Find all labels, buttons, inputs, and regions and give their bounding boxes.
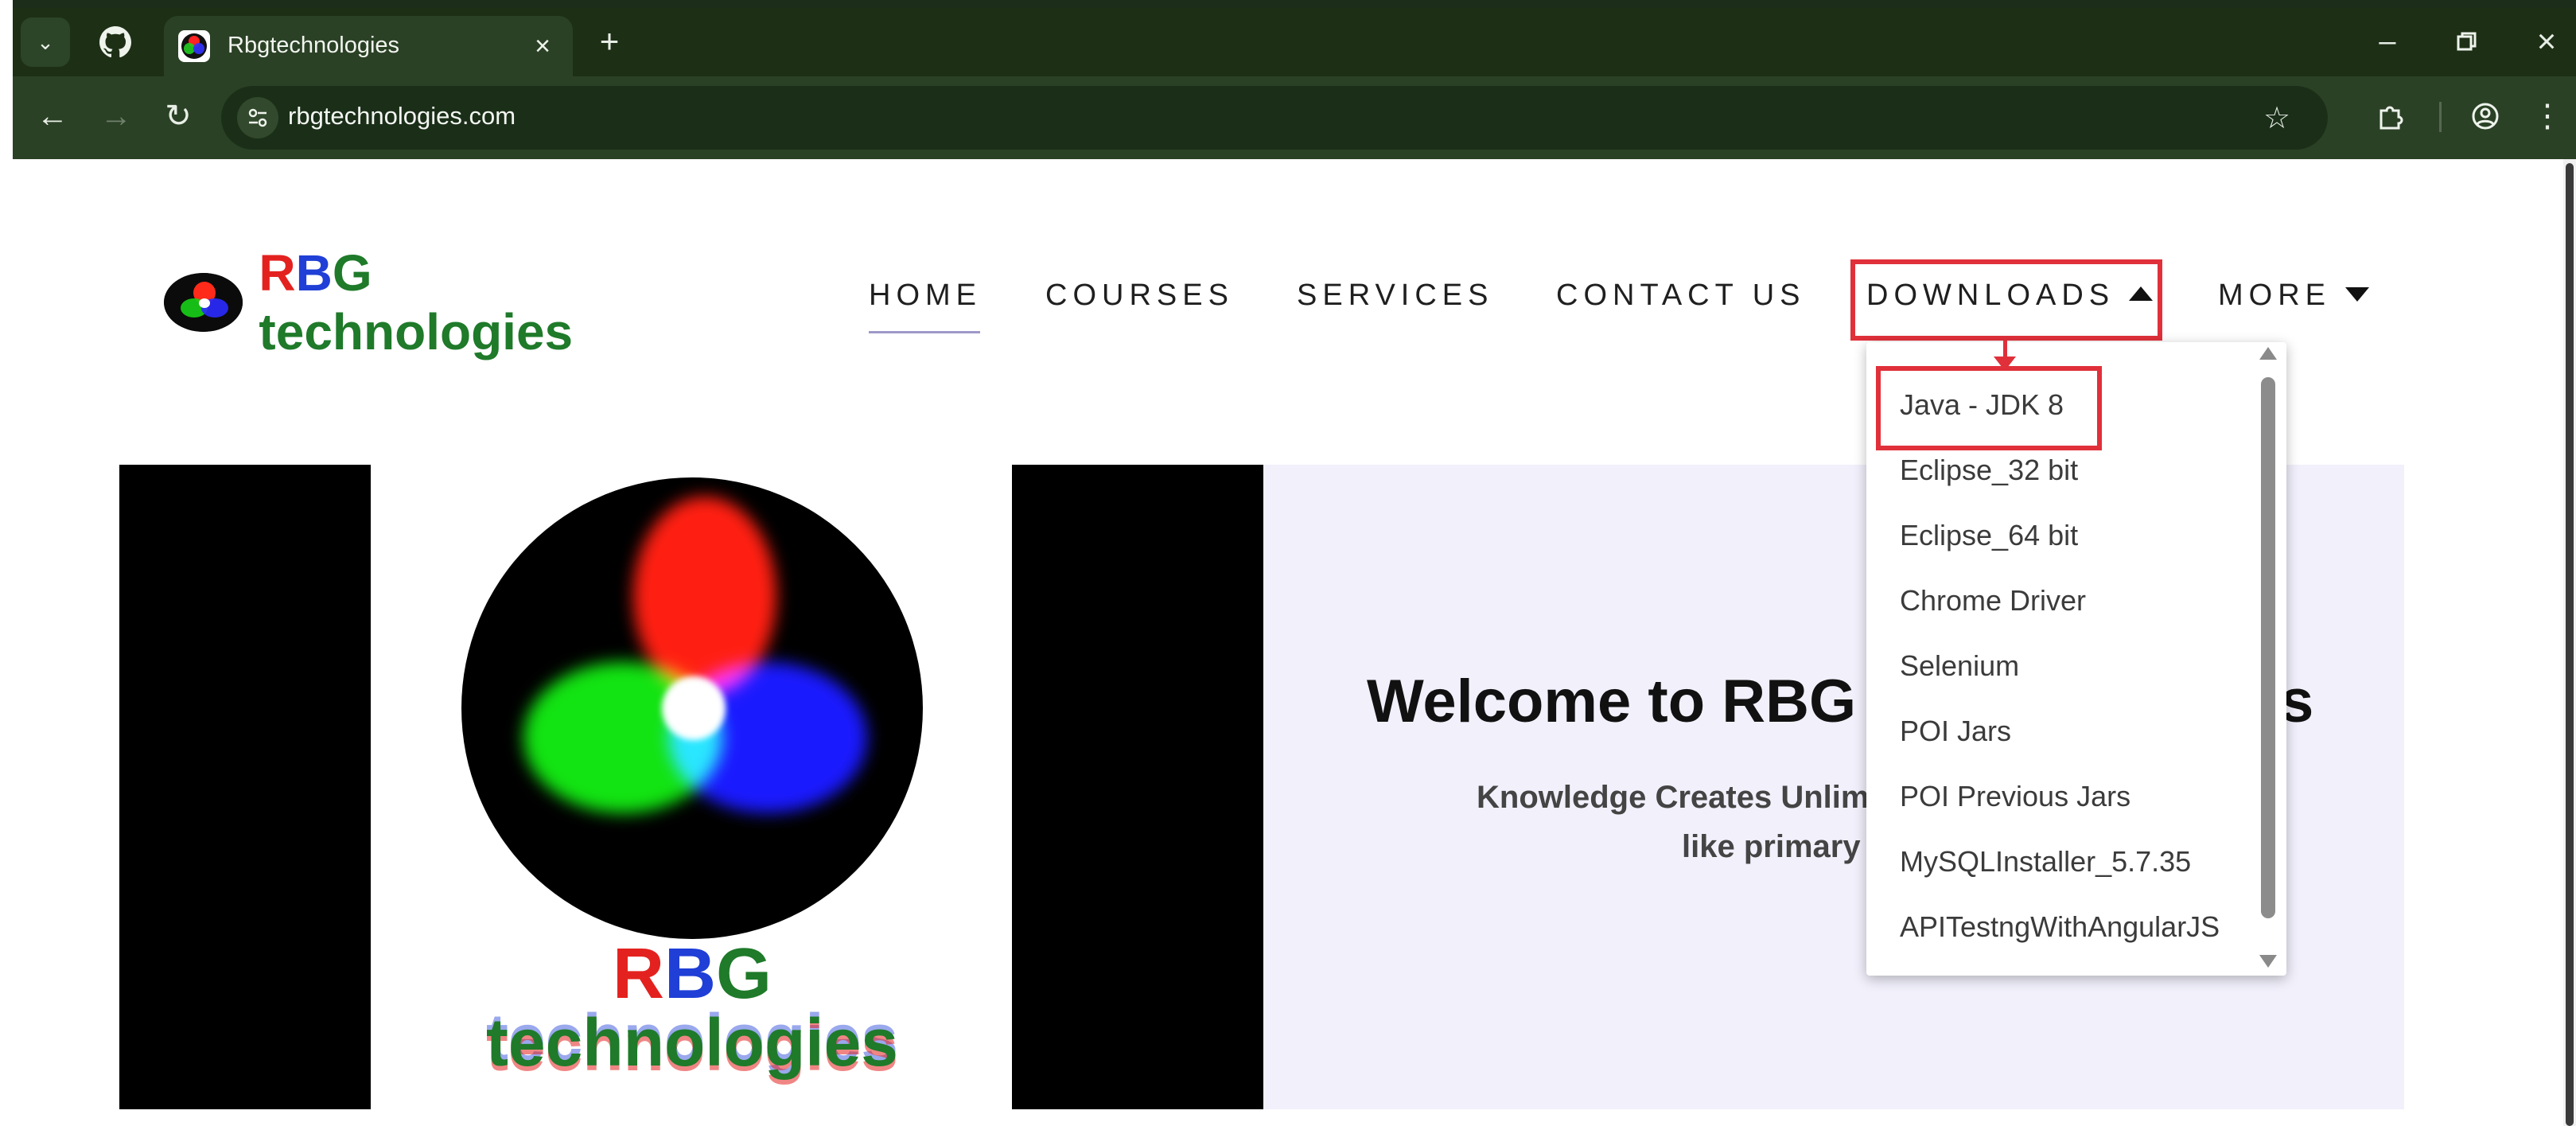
profile-icon[interactable] <box>2460 92 2511 140</box>
url-text: rbgtechnologies.com <box>288 102 516 130</box>
nav-contact-us[interactable]: CONTACT US <box>1556 279 1806 313</box>
annotation-arrow-down-icon <box>1994 357 2016 371</box>
nav-more-label: MORE <box>2218 279 2331 312</box>
logo-letter-r: R <box>259 244 296 302</box>
reload-icon[interactable]: ↻ <box>154 92 202 140</box>
close-tab-icon[interactable]: × <box>523 27 562 65</box>
restore-icon[interactable] <box>2439 18 2495 65</box>
caret-down-icon <box>2345 286 2369 302</box>
site-logo[interactable]: RBG technologies <box>164 244 689 360</box>
banner-logo-text: RBG technologies <box>374 934 1010 1080</box>
nav-courses[interactable]: COURSES <box>1045 279 1234 313</box>
nav-more[interactable]: MORE <box>2218 279 2369 313</box>
white-center <box>662 676 726 740</box>
banner-rbg: RBG <box>612 934 772 1014</box>
dropdown-item-poi-jars[interactable]: POI Jars <box>1900 715 2011 748</box>
logo-text: RBG technologies <box>259 244 689 361</box>
site-favicon-icon <box>178 30 210 62</box>
nav-home-underline <box>869 331 980 333</box>
dropdown-item-chrome-driver[interactable]: Chrome Driver <box>1900 584 2086 618</box>
banner-black-left <box>119 465 371 1109</box>
new-tab-button[interactable]: + <box>587 19 632 64</box>
welcome-text: Welcome to RBG <box>1367 668 1857 735</box>
back-arrow-icon[interactable]: ← <box>29 92 76 140</box>
welcome-heading: Welcome to RBG s <box>1367 667 2313 736</box>
dropdown-scroll-down-icon[interactable] <box>2259 955 2277 968</box>
logo-letter-b: B <box>295 244 333 302</box>
window-left-edge <box>0 0 13 1126</box>
banner-technologies: technologies <box>485 1005 899 1080</box>
dropdown-item-selenium[interactable]: Selenium <box>1900 649 2019 683</box>
dropdown-item-mysql-installer[interactable]: MySQLInstaller_5.7.35 <box>1900 845 2191 879</box>
extensions-icon[interactable] <box>2366 92 2417 140</box>
forward-arrow-icon[interactable]: → <box>92 92 140 140</box>
tagline-line-2: like primary <box>1682 829 1861 864</box>
site-settings-icon[interactable] <box>237 97 278 138</box>
bookmark-star-icon[interactable]: ☆ <box>2255 95 2299 140</box>
tagline-line-1: Knowledge Creates Unlim <box>1477 780 1870 815</box>
address-bar[interactable]: rbgtechnologies.com ☆ <box>221 86 2328 150</box>
java-highlight-box <box>1876 366 2102 450</box>
active-tab[interactable]: Rbgtechnologies × <box>164 16 573 78</box>
toolbar-divider <box>2439 102 2442 132</box>
tab-title: Rbgtechnologies <box>228 33 400 58</box>
minimize-icon[interactable]: – <box>2360 18 2415 65</box>
tab-search-button[interactable]: ⌄ <box>21 18 70 67</box>
page-scrollbar-thumb[interactable] <box>2566 163 2574 1126</box>
dropdown-item-eclipse-64[interactable]: Eclipse_64 bit <box>1900 519 2078 552</box>
logo-word-technologies: technologies <box>259 303 574 360</box>
dropdown-item-api-testng[interactable]: APITestngWithAngularJS <box>1900 910 2220 944</box>
banner-black-right <box>1012 465 1263 1109</box>
nav-home[interactable]: HOME <box>869 279 982 313</box>
dropdown-scroll-up-icon[interactable] <box>2259 347 2277 360</box>
nav-services[interactable]: SERVICES <box>1297 279 1493 313</box>
menu-kebab-icon[interactable]: ⋮ <box>2527 92 2568 140</box>
close-window-icon[interactable]: × <box>2519 18 2574 65</box>
downloads-highlight-box <box>1850 259 2162 341</box>
dropdown-item-poi-previous-jars[interactable]: POI Previous Jars <box>1900 780 2130 813</box>
github-icon[interactable] <box>88 16 143 68</box>
logo-disc-icon <box>164 273 243 332</box>
rgb-logo-disc-icon <box>461 477 923 939</box>
dropdown-item-eclipse-32[interactable]: Eclipse_32 bit <box>1900 454 2078 487</box>
logo-letter-g: G <box>332 244 372 302</box>
dropdown-scrollbar[interactable] <box>2261 377 2275 918</box>
chevron-down-icon: ⌄ <box>37 29 54 54</box>
